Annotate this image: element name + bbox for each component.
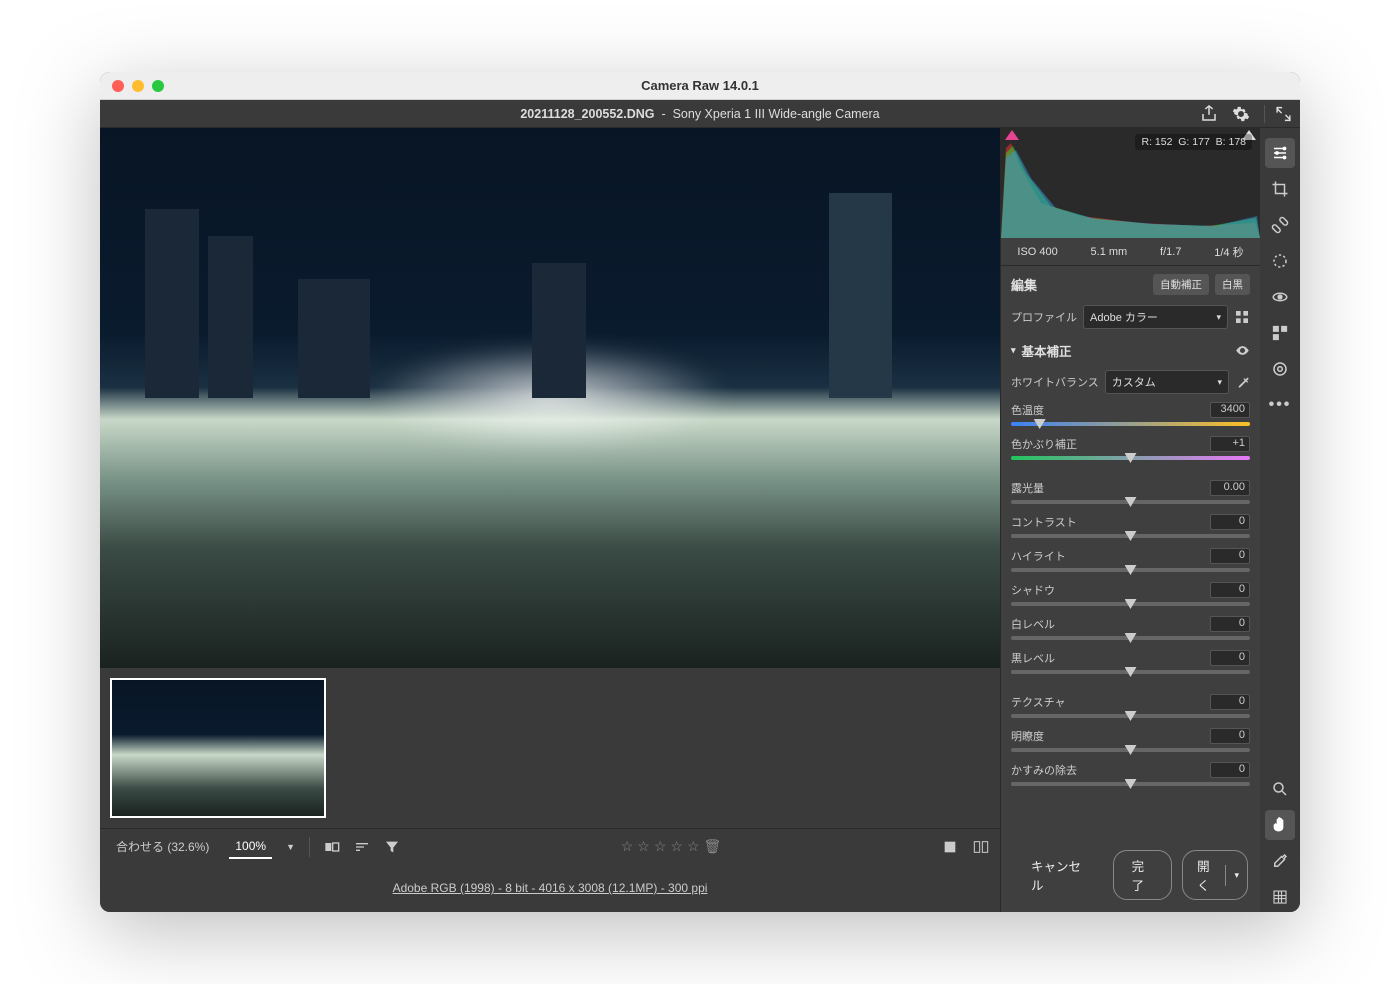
app-window: Camera Raw 14.0.1 20211128_200552.DNG - …	[100, 72, 1300, 912]
settings-icon[interactable]	[1232, 105, 1250, 123]
footer: Adobe RGB (1998) - 8 bit - 4016 x 3008 (…	[100, 864, 1000, 912]
visibility-icon[interactable]	[1235, 343, 1250, 358]
sampler-tool-icon[interactable]	[1265, 846, 1295, 876]
wb-label: ホワイトバランス	[1011, 374, 1099, 390]
tool-strip: •••	[1260, 128, 1300, 912]
tint-slider[interactable]: 色かぶり補正+1	[1011, 436, 1250, 460]
thumbnail[interactable]	[110, 678, 326, 818]
camera-name: Sony Xperia 1 III Wide-angle Camera	[673, 107, 880, 121]
before-after-icon[interactable]	[324, 839, 340, 855]
edit-title: 編集	[1011, 275, 1037, 294]
filmstrip	[100, 668, 1000, 828]
sort-icon[interactable]	[354, 839, 370, 855]
redeye-tool-icon[interactable]	[1265, 282, 1295, 312]
image-preview[interactable]	[100, 128, 1000, 668]
file-header: 20211128_200552.DNG - Sony Xperia 1 III …	[100, 100, 1300, 128]
rgb-readout: R: 152 G: 177 B: 178	[1135, 134, 1252, 150]
profile-browser-icon[interactable]	[1234, 309, 1250, 325]
eyedropper-icon[interactable]	[1235, 375, 1250, 390]
shadows-slider[interactable]: シャドウ0	[1011, 582, 1250, 606]
fit-zoom-button[interactable]: 合わせる (32.6%)	[110, 834, 215, 859]
hand-tool-icon[interactable]	[1265, 810, 1295, 840]
profile-select[interactable]: Adobe カラー▾	[1083, 305, 1228, 329]
auto-button[interactable]: 自動補正	[1153, 274, 1209, 295]
bw-button[interactable]: 白黒	[1215, 274, 1250, 295]
whites-slider[interactable]: 白レベル0	[1011, 616, 1250, 640]
contrast-slider[interactable]: コントラスト0	[1011, 514, 1250, 538]
grid-tool-icon[interactable]	[1265, 882, 1295, 912]
zoom-100-button[interactable]: 100%	[229, 835, 272, 859]
dehaze-slider[interactable]: かすみの除去0	[1011, 762, 1250, 786]
mask-tool-icon[interactable]	[1265, 246, 1295, 276]
clarity-slider[interactable]: 明瞭度0	[1011, 728, 1250, 752]
presets-icon[interactable]	[1265, 318, 1295, 348]
snapshot-icon[interactable]	[1265, 354, 1295, 384]
blacks-slider[interactable]: 黒レベル0	[1011, 650, 1250, 674]
open-button[interactable]: 開く▾	[1182, 850, 1248, 900]
texture-slider[interactable]: テクスチャ0	[1011, 694, 1250, 718]
compare-view-icon[interactable]	[972, 839, 990, 855]
basic-section-header[interactable]: ▾ 基本補正	[1011, 341, 1250, 360]
temperature-slider[interactable]: 色温度3400	[1011, 402, 1250, 426]
profile-label: プロファイル	[1011, 309, 1077, 325]
delete-icon[interactable]: 🗑	[704, 838, 722, 855]
focal-value: 5.1 mm	[1091, 246, 1128, 258]
edit-panel: R: 152 G: 177 B: 178 ISO 400 5.1 mm f/1.…	[1000, 128, 1260, 912]
star-1[interactable]: ☆	[621, 838, 634, 855]
iso-value: ISO 400	[1017, 246, 1057, 258]
shutter-value: 1/4 秒	[1214, 244, 1243, 260]
star-5[interactable]: ☆	[687, 838, 700, 855]
exif-row: ISO 400 5.1 mm f/1.7 1/4 秒	[1001, 238, 1260, 266]
chevron-down-icon: ▾	[1011, 345, 1016, 356]
exposure-slider[interactable]: 露光量0.00	[1011, 480, 1250, 504]
done-button[interactable]: 完了	[1113, 850, 1172, 900]
highlights-slider[interactable]: ハイライト0	[1011, 548, 1250, 572]
titlebar: Camera Raw 14.0.1	[100, 72, 1300, 100]
bottom-toolbar: 合わせる (32.6%) 100% ▼ ☆ ☆ ☆ ☆ ☆ 🗑	[100, 828, 1000, 864]
open-dropdown-icon[interactable]: ▾	[1225, 865, 1247, 886]
star-2[interactable]: ☆	[637, 838, 650, 855]
aperture-value: f/1.7	[1160, 246, 1181, 258]
filename: 20211128_200552.DNG	[520, 107, 654, 121]
heal-tool-icon[interactable]	[1265, 210, 1295, 240]
export-icon[interactable]	[1200, 105, 1218, 123]
fullscreen-icon[interactable]	[1264, 105, 1292, 123]
workflow-link[interactable]: Adobe RGB (1998) - 8 bit - 4016 x 3008 (…	[393, 881, 708, 895]
cancel-button[interactable]: キャンセル	[1013, 851, 1103, 899]
window-title: Camera Raw 14.0.1	[100, 78, 1300, 93]
star-3[interactable]: ☆	[654, 838, 667, 855]
zoom-tool-icon[interactable]	[1265, 774, 1295, 804]
zoom-dropdown-icon[interactable]: ▼	[286, 842, 295, 852]
star-4[interactable]: ☆	[670, 838, 683, 855]
wb-select[interactable]: カスタム▾	[1105, 370, 1229, 394]
single-view-icon[interactable]	[942, 839, 958, 855]
shadow-clipping-icon[interactable]	[1005, 130, 1019, 140]
histogram[interactable]: R: 152 G: 177 B: 178	[1001, 128, 1260, 238]
filter-icon[interactable]	[384, 839, 400, 855]
crop-tool-icon[interactable]	[1265, 174, 1295, 204]
edit-tool-icon[interactable]	[1265, 138, 1295, 168]
more-tools-icon[interactable]: •••	[1265, 390, 1295, 420]
